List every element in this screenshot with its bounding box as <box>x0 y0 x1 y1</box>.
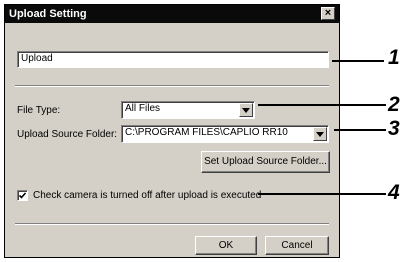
source-folder-label: Upload Source Folder: <box>17 129 118 140</box>
chevron-down-icon <box>242 107 250 113</box>
set-upload-source-folder-button[interactable]: Set Upload Source Folder... <box>201 151 330 173</box>
source-folder-dropdown-arrow[interactable] <box>313 127 327 141</box>
ok-button[interactable]: OK <box>195 236 257 255</box>
check-camera-off-checkbox[interactable] <box>17 190 28 201</box>
file-type-label: File Type: <box>17 105 61 116</box>
upload-name-field[interactable]: Upload <box>17 51 329 68</box>
dialog-title-bar: Upload Setting × <box>5 5 339 23</box>
callout-number-2: 2 <box>388 93 400 116</box>
close-button[interactable]: × <box>321 7 335 20</box>
separator-bottom <box>15 223 329 225</box>
callout-number-3: 3 <box>388 117 400 140</box>
source-folder-select[interactable]: C:\PROGRAM FILES\CAPLIO RR10 <box>121 125 329 143</box>
dialog-title: Upload Setting <box>9 8 87 20</box>
separator-top <box>15 85 329 87</box>
callout-line-1 <box>332 60 384 62</box>
file-type-select[interactable]: All Files <box>121 101 255 119</box>
callout-line-2 <box>258 104 386 106</box>
callout-number-1: 1 <box>388 46 400 69</box>
callout-line-4 <box>258 193 386 195</box>
cancel-button[interactable]: Cancel <box>265 236 329 255</box>
callout-number-4: 4 <box>388 181 400 204</box>
file-type-value: All Files <box>125 103 161 114</box>
upload-name-value: Upload <box>21 53 53 64</box>
upload-setting-dialog: Upload Setting × Upload File Type: All F… <box>4 4 340 258</box>
file-type-dropdown-arrow[interactable] <box>239 103 253 117</box>
chevron-down-icon <box>316 131 324 137</box>
check-camera-off-label[interactable]: Check camera is turned off after upload … <box>33 190 261 201</box>
checkmark-icon <box>18 192 27 199</box>
source-folder-value: C:\PROGRAM FILES\CAPLIO RR10 <box>125 127 288 138</box>
callout-line-3 <box>334 129 386 131</box>
close-icon: × <box>324 7 332 19</box>
